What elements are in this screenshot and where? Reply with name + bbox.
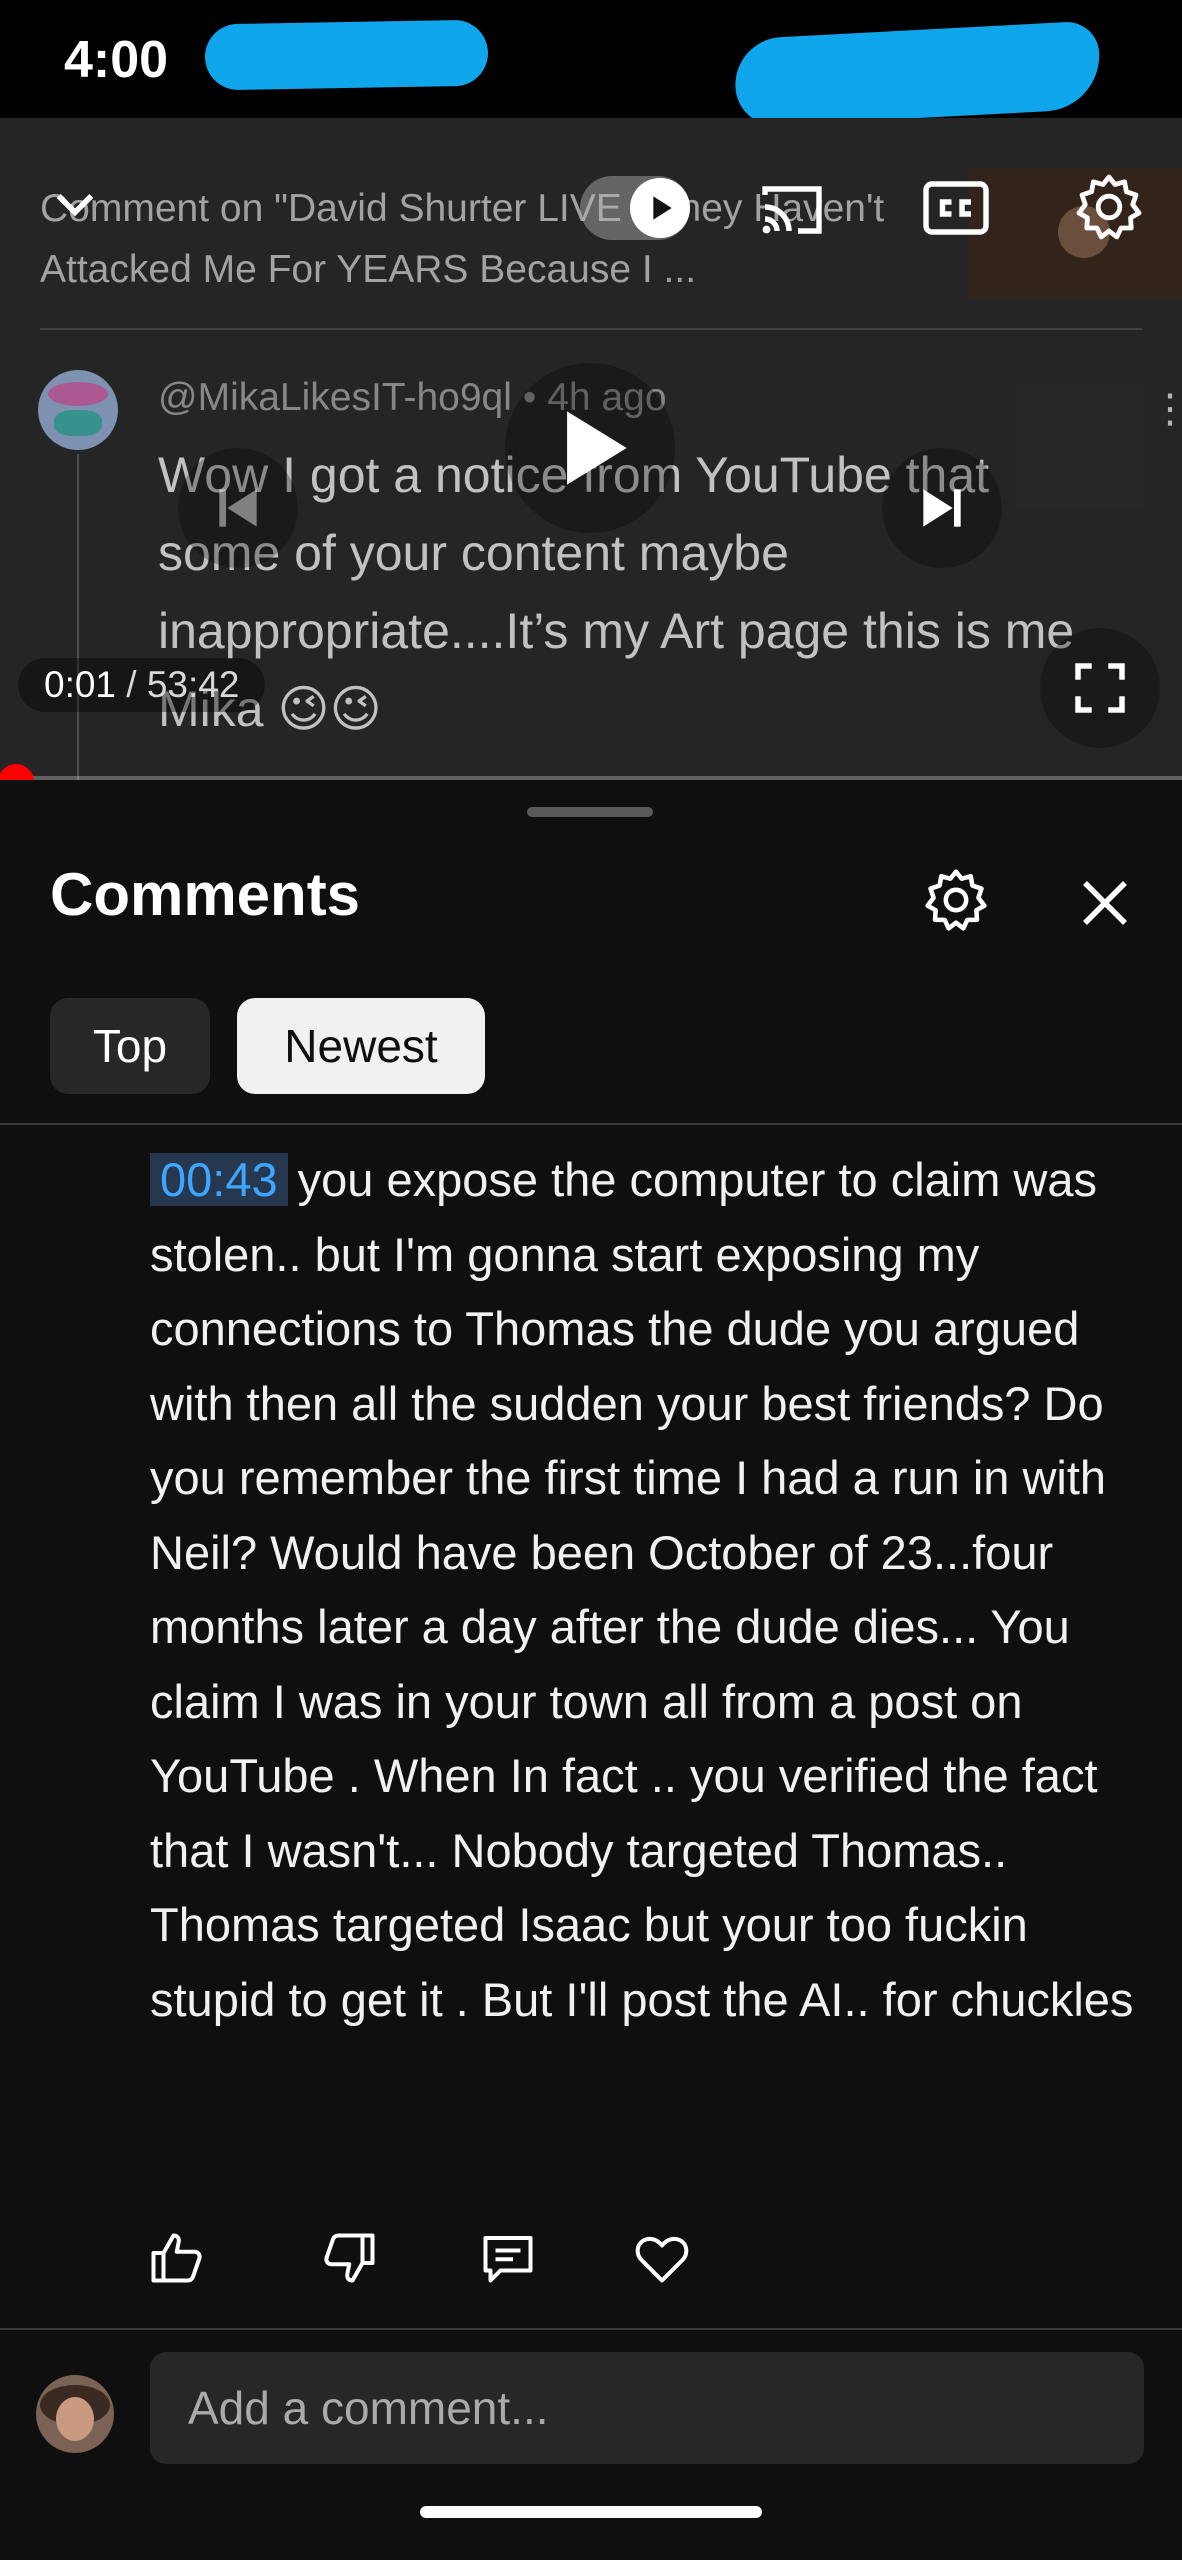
gear-icon[interactable]	[1065, 163, 1153, 251]
drag-handle[interactable]	[527, 807, 653, 817]
home-indicator[interactable]	[420, 2506, 762, 2518]
add-comment-input[interactable]	[150, 2352, 1144, 2464]
status-bar: 4:00	[0, 0, 1182, 128]
heart-icon[interactable]	[632, 2228, 692, 2292]
fullscreen-icon[interactable]	[1040, 628, 1160, 748]
cc-icon[interactable]	[918, 170, 994, 246]
next-icon[interactable]	[882, 448, 1002, 568]
comments-panel: Comments Top Newest 00:43 you expose the …	[0, 780, 1182, 2490]
thumb-up-icon[interactable]	[146, 2228, 206, 2292]
time-separator: /	[116, 664, 147, 705]
tab-newest[interactable]: Newest	[237, 998, 485, 1094]
comment-body: 00:43 you expose the computer to claim wa…	[150, 1143, 1140, 2037]
autoplay-toggle[interactable]	[580, 176, 690, 240]
divider	[0, 2328, 1182, 2330]
reply-icon[interactable]	[478, 2228, 538, 2292]
comment-text: you expose the computer to claim was sto…	[150, 1153, 1134, 2026]
tab-top[interactable]: Top	[50, 998, 210, 1094]
divider	[0, 1123, 1182, 1125]
redaction-mark	[732, 20, 1103, 128]
redaction-mark	[204, 19, 489, 91]
current-time: 0:01	[44, 664, 117, 705]
chevron-down-icon[interactable]	[40, 168, 110, 238]
panel-title: Comments	[50, 861, 361, 928]
video-player[interactable]: Comment on "David Shurter LIVE - They Ha…	[0, 118, 1182, 780]
time-display: 0:01 / 53:42	[18, 658, 266, 712]
play-icon[interactable]	[505, 363, 675, 533]
cast-icon[interactable]	[752, 170, 832, 250]
previous-icon[interactable]	[178, 448, 298, 568]
close-icon[interactable]	[1070, 868, 1140, 938]
total-time: 53:42	[146, 664, 240, 705]
thumb-down-icon[interactable]	[320, 2228, 380, 2292]
status-time: 4:00	[64, 31, 169, 89]
gear-icon[interactable]	[918, 862, 994, 938]
timestamp-link[interactable]: 00:43	[150, 1153, 288, 1206]
avatar	[36, 2375, 114, 2453]
